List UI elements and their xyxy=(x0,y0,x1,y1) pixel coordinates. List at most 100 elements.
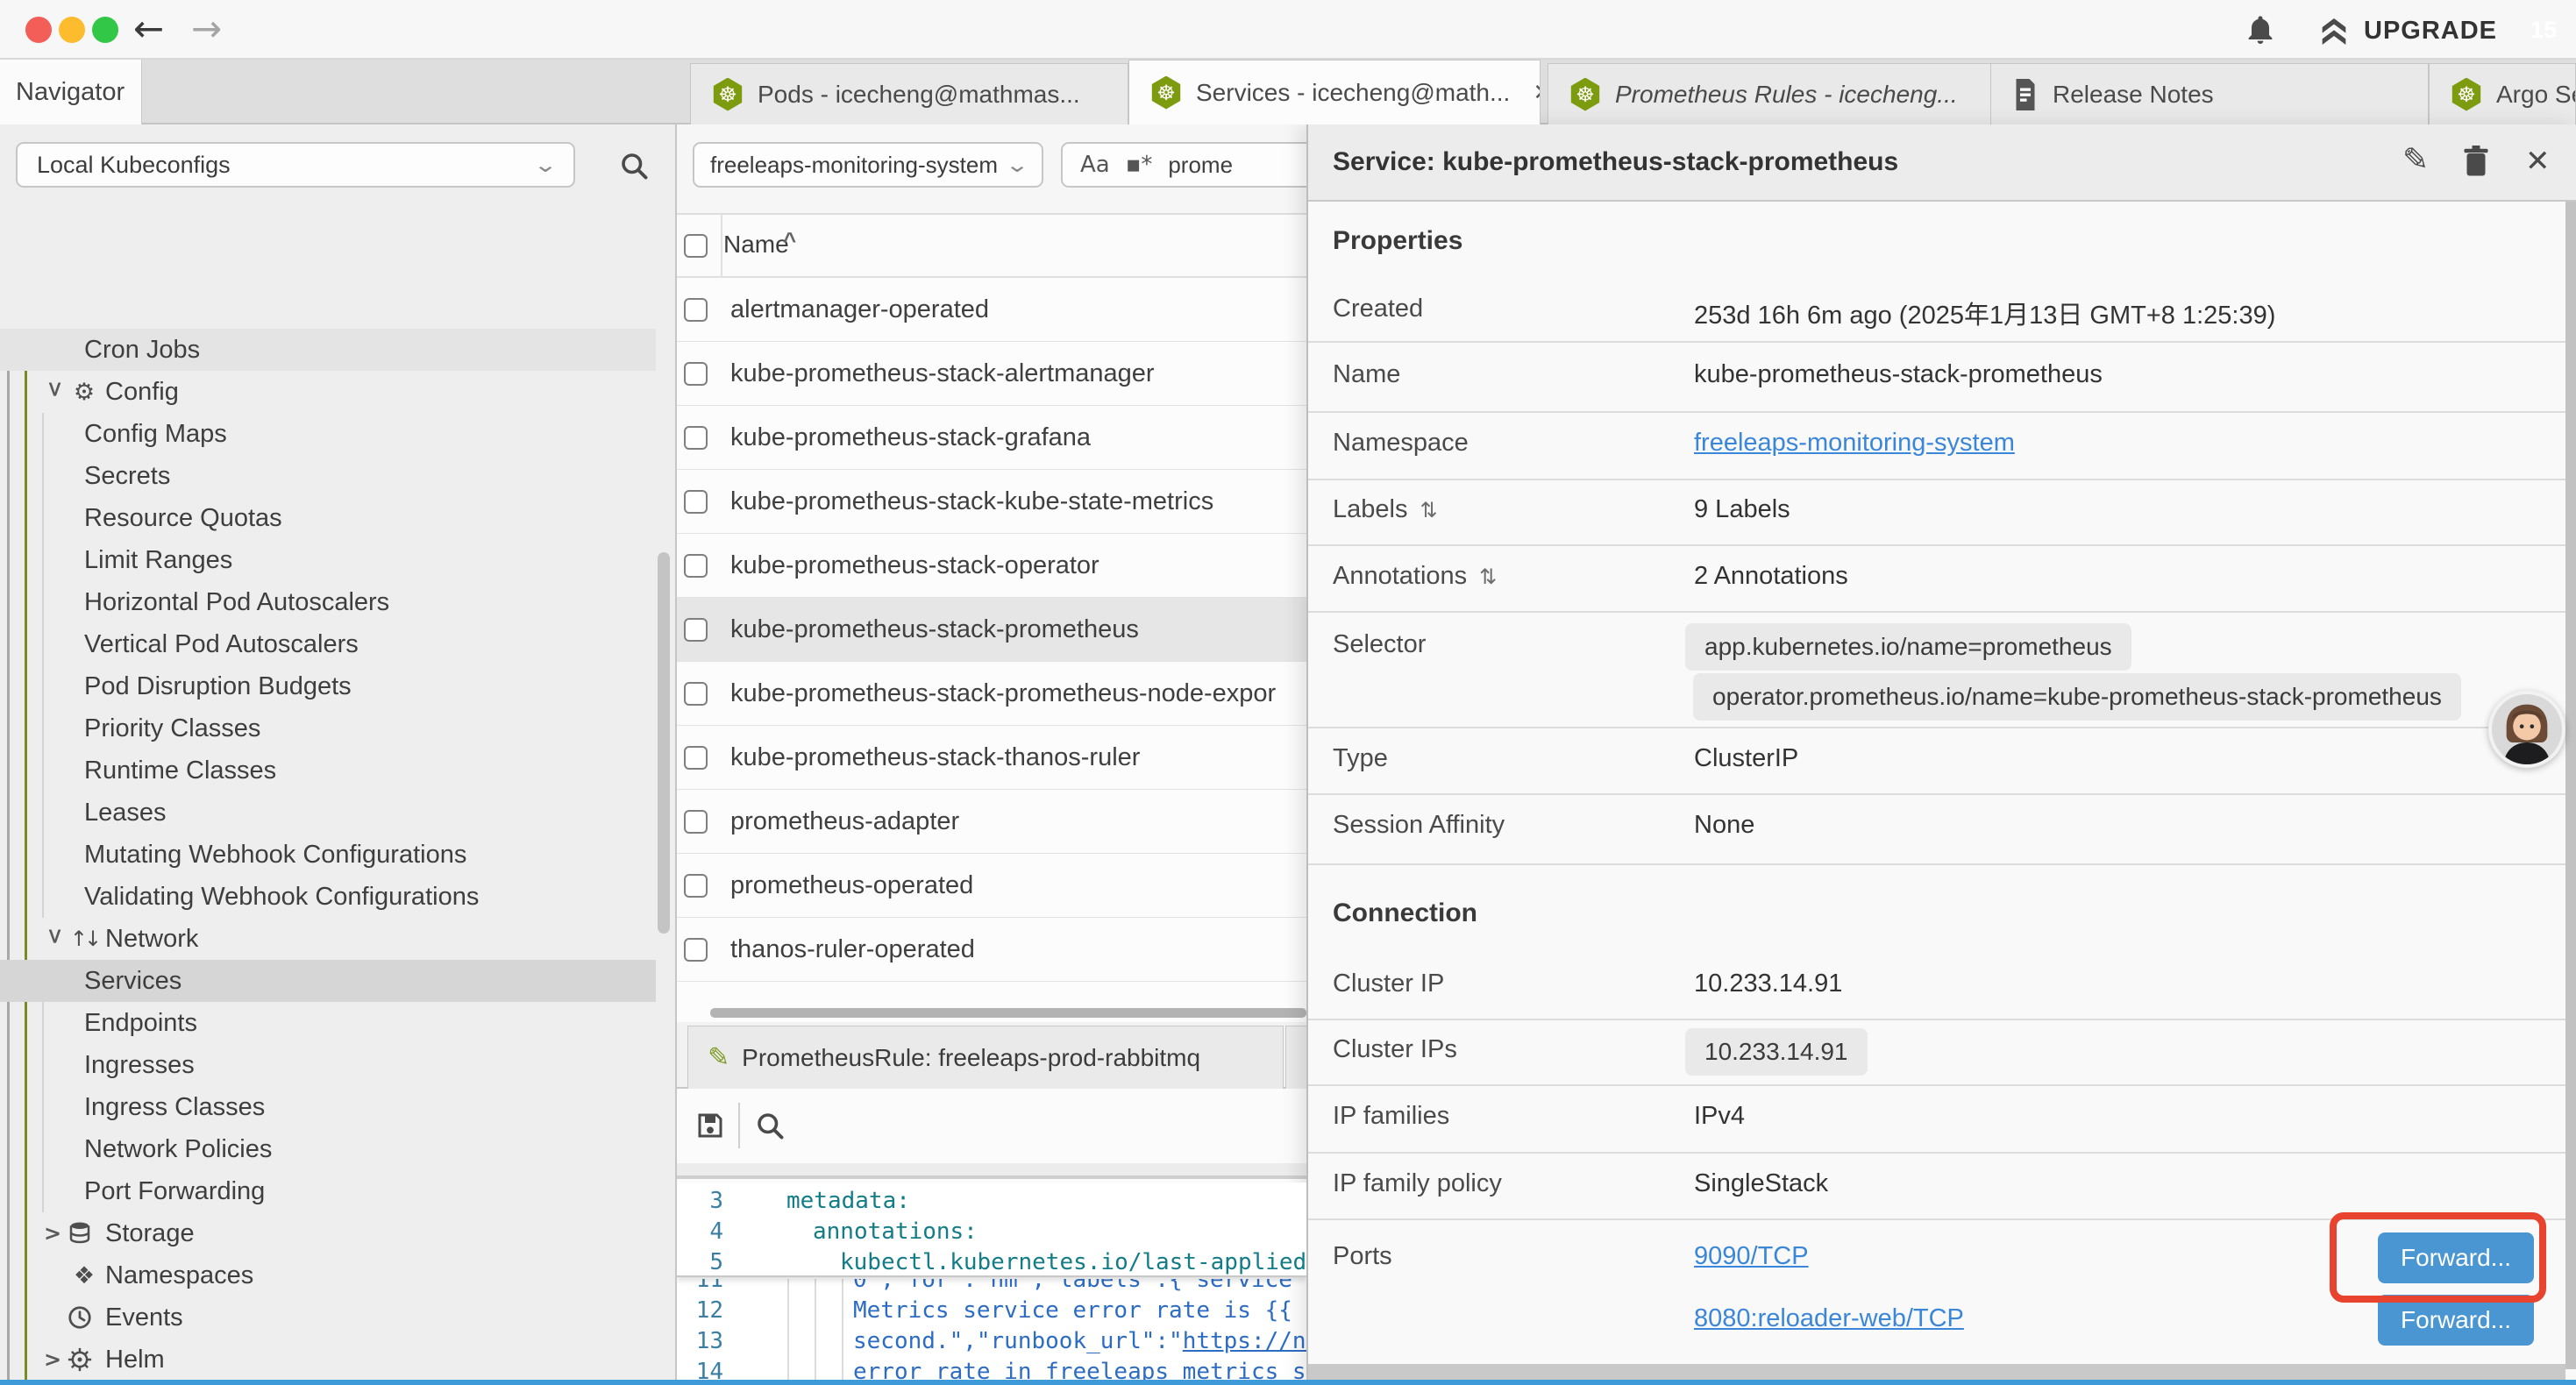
match-case-toggle[interactable]: Aa xyxy=(1080,152,1110,178)
select-all-checkbox[interactable] xyxy=(684,234,708,258)
sidebar-item-pod-disruption-budgets[interactable]: Pod Disruption Budgets xyxy=(0,665,656,707)
drawer-vertical-scrollbar[interactable] xyxy=(2565,202,2576,1369)
property-value-namespace[interactable]: freeleaps-monitoring-system xyxy=(1694,429,2015,458)
edit-resource-icon[interactable]: ✎ xyxy=(2402,142,2429,178)
tab-argo[interactable]: ☸Argo Se xyxy=(2429,63,2576,124)
port-link-9090-tcp[interactable]: 9090/TCP xyxy=(1694,1242,1809,1271)
tab-services[interactable]: ☸Services - icecheng@math...✕ xyxy=(1128,60,1541,124)
row-checkbox[interactable] xyxy=(684,810,708,834)
row-checkbox[interactable] xyxy=(684,554,708,578)
row-checkbox[interactable] xyxy=(684,426,708,450)
sidebar-item-horizontal-pod-autoscalers[interactable]: Horizontal Pod Autoscalers xyxy=(0,581,656,623)
tab-prometheus[interactable]: ☸Prometheus Rules - icecheng... xyxy=(1548,63,1991,124)
sidebar-item-cron-jobs[interactable]: Cron Jobs xyxy=(0,329,656,371)
save-icon[interactable] xyxy=(694,1110,726,1141)
sidebar-item-storage[interactable]: >Storage xyxy=(0,1212,656,1254)
table-row-alertmanager-operated[interactable]: alertmanager-operated xyxy=(677,278,1306,342)
table-row-kube-prometheus-stack-thanos-ruler[interactable]: kube-prometheus-stack-thanos-ruler xyxy=(677,726,1306,790)
row-checkbox[interactable] xyxy=(684,682,708,706)
horizontal-scrollbar[interactable] xyxy=(710,1008,1306,1018)
sidebar-item-config[interactable]: >⚙Config xyxy=(0,371,656,413)
sidebar-item-network[interactable]: >↑↓Network xyxy=(0,918,656,960)
chevron-expanded-icon[interactable]: > xyxy=(43,927,68,950)
table-row-kube-prometheus-stack-grafana[interactable]: kube-prometheus-stack-grafana xyxy=(677,406,1306,470)
close-traffic-light[interactable] xyxy=(25,17,52,43)
minimize-traffic-light[interactable] xyxy=(59,17,85,43)
row-checkbox[interactable] xyxy=(684,618,708,642)
forward-button[interactable]: → xyxy=(191,7,222,50)
editor-tab-label: PrometheusRule: freeleaps-prod-rabbitmq xyxy=(742,1044,1200,1072)
sidebar-item-helm[interactable]: >Helm xyxy=(0,1339,656,1381)
chevron-expanded-icon[interactable]: > xyxy=(43,380,68,403)
tab-pods[interactable]: ☸Pods - icecheng@mathmas... xyxy=(690,63,1128,124)
sidebar-item-priority-classes[interactable]: Priority Classes xyxy=(0,707,656,749)
sidebar-item-network-policies[interactable]: Network Policies xyxy=(0,1128,656,1170)
name-column-header[interactable]: Name xyxy=(723,231,789,259)
row-checkbox[interactable] xyxy=(684,362,708,386)
table-row-kube-prometheus-stack-prometheus[interactable]: kube-prometheus-stack-prometheus xyxy=(677,598,1306,662)
sidebar-item-leases[interactable]: Leases xyxy=(0,792,656,834)
row-checkbox[interactable] xyxy=(684,938,708,962)
sidebar-item-services[interactable]: Services xyxy=(0,960,656,1002)
sidebar-item-vertical-pod-autoscalers[interactable]: Vertical Pod Autoscalers xyxy=(0,623,656,665)
sidebar-item-validating-webhook-configurations[interactable]: Validating Webhook Configurations xyxy=(0,876,656,918)
editor-tab-next[interactable]: ✎ xyxy=(1285,1026,1306,1089)
back-button[interactable]: ← xyxy=(133,7,164,50)
tab-release[interactable]: Release Notes xyxy=(1990,63,2429,124)
editor-sticky-scroll: 3metadata:4annotations:5kubectl.kubernet… xyxy=(677,1183,1306,1277)
namespace-selector[interactable]: freeleaps-monitoring-system ⌄ xyxy=(693,142,1043,188)
table-row-thanos-ruler-operated[interactable]: thanos-ruler-operated xyxy=(677,918,1306,982)
table-row-kube-prometheus-stack-kube-state-metrics[interactable]: kube-prometheus-stack-kube-state-metrics xyxy=(677,470,1306,534)
sidebar-item-config-maps[interactable]: Config Maps xyxy=(0,413,656,455)
property-label-annotations: Annotations⇅ xyxy=(1333,562,1497,591)
user-avatar[interactable] xyxy=(2488,691,2565,768)
sidebar-item-secrets[interactable]: Secrets xyxy=(0,455,656,497)
sidebar-item-limit-ranges[interactable]: Limit Ranges xyxy=(0,539,656,581)
table-row-prometheus-adapter[interactable]: prometheus-adapter xyxy=(677,790,1306,854)
row-checkbox[interactable] xyxy=(684,298,708,322)
sidebar-item-ingresses[interactable]: Ingresses xyxy=(0,1044,656,1086)
sidebar-item-runtime-classes[interactable]: Runtime Classes xyxy=(0,749,656,792)
row-separator xyxy=(1308,411,2565,413)
close-drawer-icon[interactable]: ✕ xyxy=(2525,144,2551,179)
code-link[interactable]: https://net xyxy=(1183,1328,1306,1354)
selector-chip: app.kubernetes.io/name=prometheus xyxy=(1685,623,2131,671)
table-row-kube-prometheus-stack-operator[interactable]: kube-prometheus-stack-operator xyxy=(677,534,1306,598)
expand-collapse-icon[interactable]: ⇅ xyxy=(1420,498,1437,522)
row-checkbox[interactable] xyxy=(684,490,708,514)
table-row-prometheus-operated[interactable]: prometheus-operated xyxy=(677,854,1306,918)
delete-resource-icon[interactable] xyxy=(2460,144,2492,179)
sidebar-scrollbar[interactable] xyxy=(658,552,670,934)
sidebar-search-icon[interactable] xyxy=(618,150,650,181)
drawer-horizontal-scrollbar[interactable] xyxy=(1308,1364,2565,1380)
notification-count-badge[interactable]: 15 xyxy=(2522,8,2565,52)
upgrade-icon[interactable] xyxy=(2316,14,2352,49)
row-checkbox[interactable] xyxy=(684,746,708,770)
chevron-collapsed-icon[interactable]: > xyxy=(44,1221,67,1246)
sidebar-item-events[interactable]: Events xyxy=(0,1296,656,1339)
maximize-traffic-light[interactable] xyxy=(92,17,118,43)
list-search-input[interactable]: Aa ▪* prome xyxy=(1061,142,1306,188)
editor-tab-prometheusrule[interactable]: ✎ PrometheusRule: freeleaps-prod-rabbitm… xyxy=(687,1026,1284,1089)
yaml-editor[interactable]: 110","for":"nm","labels":{"service":"12M… xyxy=(677,1183,1306,1385)
row-checkbox[interactable] xyxy=(684,874,708,898)
sidebar-item-resource-quotas[interactable]: Resource Quotas xyxy=(0,497,656,539)
port-link-8080-reloader-web-tcp[interactable]: 8080:reloader-web/TCP xyxy=(1694,1304,1964,1333)
table-row-kube-prometheus-stack-alertmanager[interactable]: kube-prometheus-stack-alertmanager xyxy=(677,342,1306,406)
sidebar-item-ingress-classes[interactable]: Ingress Classes xyxy=(0,1086,656,1128)
notifications-bell-icon[interactable] xyxy=(2243,12,2278,49)
editor-search-icon[interactable] xyxy=(754,1110,786,1141)
upgrade-button[interactable]: UPGRADE xyxy=(2364,17,2497,46)
expand-collapse-icon[interactable]: ⇅ xyxy=(1479,565,1497,589)
regex-toggle[interactable]: ▪* xyxy=(1126,152,1153,178)
kubeconfig-selector[interactable]: Local Kubeconfigs ⌄ xyxy=(16,142,575,188)
code-line-13: 13second.","runbook_url":"https://net xyxy=(677,1326,1306,1357)
table-row-kube-prometheus-stack-prometheus-node-expor[interactable]: kube-prometheus-stack-prometheus-node-ex… xyxy=(677,662,1306,726)
close-tab-icon[interactable]: ✕ xyxy=(1533,80,1541,106)
sidebar-item-mutating-webhook-configurations[interactable]: Mutating Webhook Configurations xyxy=(0,834,656,876)
sidebar-item-port-forwarding[interactable]: Port Forwarding xyxy=(0,1170,656,1212)
navigator-panel-tab[interactable]: Navigator xyxy=(0,60,142,124)
sidebar-item-namespaces[interactable]: ❖Namespaces xyxy=(0,1254,656,1296)
chevron-collapsed-icon[interactable]: > xyxy=(44,1347,67,1372)
sidebar-item-endpoints[interactable]: Endpoints xyxy=(0,1002,656,1044)
